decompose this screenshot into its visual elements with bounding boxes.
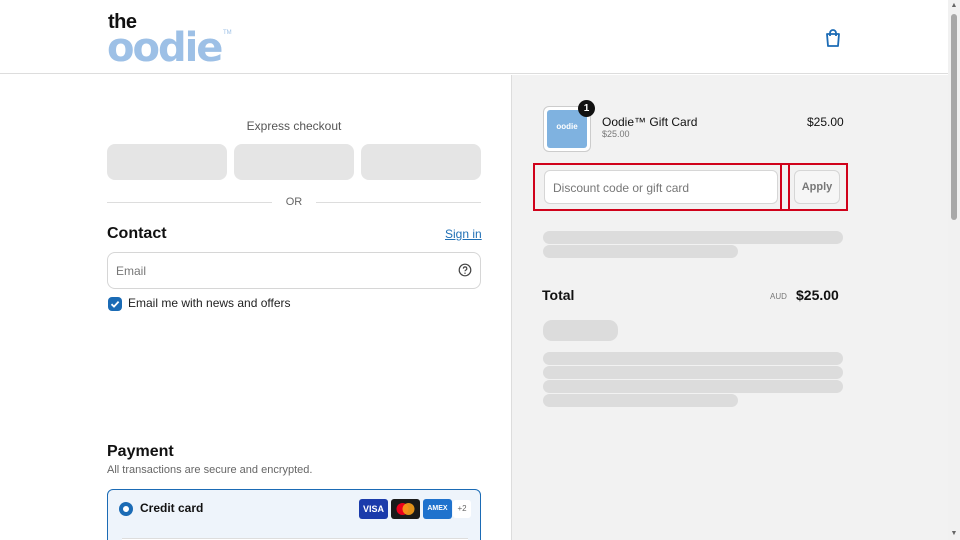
discount-code-input[interactable]: Discount code or gift card — [544, 170, 778, 204]
newsletter-checkbox[interactable] — [108, 297, 122, 311]
shopping-bag-icon[interactable] — [823, 28, 843, 48]
discount-highlight-box: Discount code or gift card Apply — [533, 163, 848, 211]
product-unit-price: $25.00 — [602, 129, 630, 139]
loading-skeleton — [543, 320, 618, 341]
product-name: Oodie™ Gift Card — [602, 115, 698, 129]
thumb-text: oodie — [556, 122, 578, 131]
express-pay-button-2[interactable] — [234, 144, 354, 180]
order-summary: oodie 1 Oodie™ Gift Card $25.00 $25.00 D… — [511, 75, 948, 540]
discount-placeholder: Discount code or gift card — [553, 181, 690, 195]
express-pay-button-3[interactable] — [361, 144, 481, 180]
logo-word-text: oodie — [107, 25, 223, 71]
loading-skeleton — [543, 231, 843, 244]
the-oodie-logo[interactable]: the oodie TM — [107, 12, 232, 70]
credit-card-option[interactable]: Credit card VISA AMEX +2 — [107, 489, 481, 540]
loading-skeleton — [543, 394, 738, 407]
loading-skeleton — [543, 352, 843, 365]
express-checkout-label: Express checkout — [246, 119, 342, 133]
express-pay-button-1[interactable] — [107, 144, 227, 180]
mastercard-icon — [391, 499, 420, 519]
highlight-separator — [780, 163, 790, 211]
loading-skeleton — [543, 380, 843, 393]
email-placeholder: Email — [116, 264, 147, 278]
mastercard-circles-icon — [396, 503, 415, 515]
credit-card-label: Credit card — [140, 501, 204, 515]
sign-in-link[interactable]: Sign in — [445, 227, 482, 241]
or-divider: OR — [107, 194, 481, 210]
loading-skeleton — [543, 366, 843, 379]
site-header: the oodie TM — [0, 0, 948, 74]
email-field[interactable]: Email — [107, 252, 481, 289]
total-label: Total — [542, 287, 575, 303]
newsletter-label: Email me with news and offers — [128, 296, 291, 310]
scrollbar-thumb[interactable] — [951, 14, 957, 220]
total-currency: AUD — [770, 292, 787, 301]
divider-line-right — [316, 202, 481, 203]
scroll-down-arrow-icon[interactable]: ▼ — [950, 530, 958, 538]
apply-button[interactable]: Apply — [794, 170, 840, 204]
payment-subtitle: All transactions are secure and encrypte… — [107, 464, 313, 476]
page-scrollbar[interactable]: ▲ ▼ — [948, 0, 960, 540]
checkmark-icon — [110, 300, 120, 308]
quantity-badge: 1 — [578, 100, 595, 117]
question-circle-icon[interactable] — [458, 263, 472, 277]
loading-skeleton — [543, 245, 738, 258]
more-brands-badge: +2 — [453, 500, 471, 518]
credit-card-radio[interactable] — [119, 502, 133, 516]
product-price: $25.00 — [807, 115, 844, 129]
contact-heading: Contact — [107, 225, 167, 242]
total-value: $25.00 — [796, 287, 839, 303]
checkout-main: Express checkout OR Contact Sign in Emai… — [0, 75, 511, 540]
payment-heading: Payment — [107, 443, 174, 460]
scroll-up-arrow-icon[interactable]: ▲ — [950, 2, 958, 10]
visa-icon: VISA — [359, 499, 388, 519]
logo-tm-text: TM — [223, 30, 232, 36]
amex-icon: AMEX — [423, 499, 452, 519]
